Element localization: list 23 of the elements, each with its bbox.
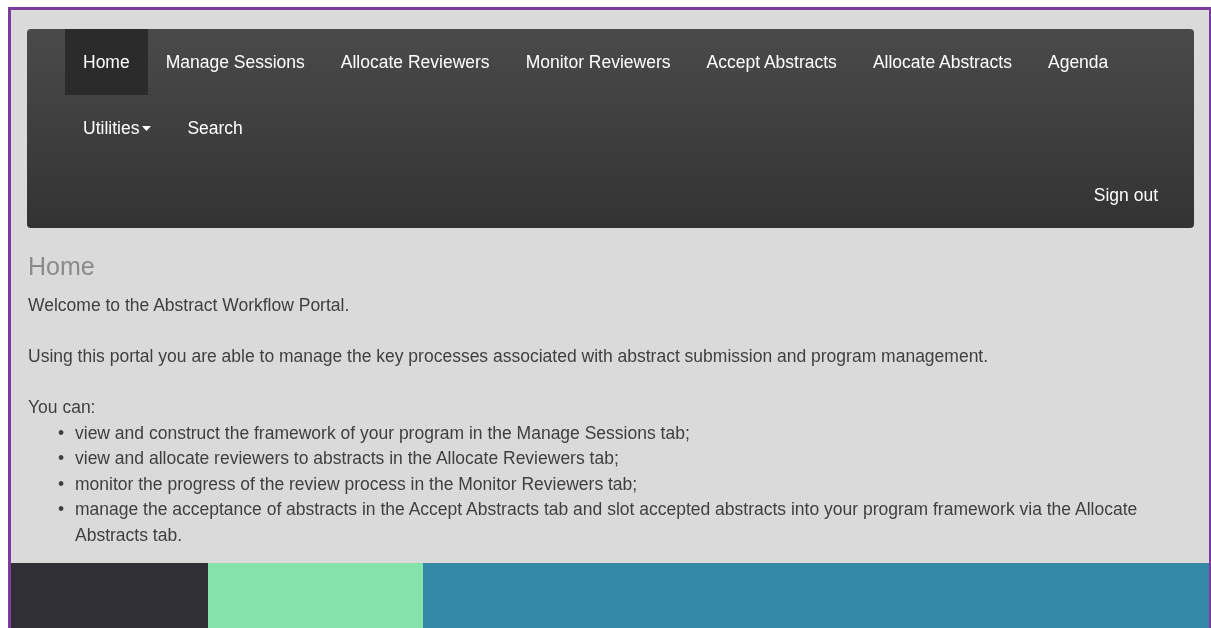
paragraph: Using this portal you are able to manage the key processes associated with abstract submission and program management. [28, 345, 990, 368]
bullet: • [58, 498, 66, 521]
nav-link[interactable]: Agenda [1030, 29, 1127, 95]
utilities-menu[interactable]: Utilities [65, 95, 170, 161]
nav-link[interactable]: Manage Sessions [147, 29, 323, 95]
nav-link[interactable]: Monitor Reviewers [507, 29, 689, 95]
bullet: • [58, 472, 66, 496]
paragraph: You can: [28, 396, 97, 419]
list-item: view and allocate reviewers to abstracts in the Allocate Reviewers tab; [75, 447, 619, 470]
nav-link[interactable]: Search [169, 95, 261, 161]
nav-link[interactable]: Allocate Abstracts [854, 29, 1030, 95]
bullet: • [58, 447, 66, 470]
sign-out-link[interactable]: Sign out [1075, 162, 1176, 228]
list-item: view and construct the framework of your program in the Manage Sessions tab; [75, 421, 690, 445]
nav-link[interactable]: Allocate Reviewers [322, 29, 508, 95]
nav-link[interactable]: Accept Abstracts [688, 29, 855, 95]
nav-link[interactable]: Home [65, 29, 148, 95]
list-item: monitor the progress of the review process in the Monitor Reviewers tab; [75, 472, 638, 496]
bullet: • [58, 421, 66, 445]
list-item: manage the acceptance of abstracts in the Accept Abstracts tab and slot accepted abstracts into your program framework via the Allocate Abstracts tab. [75, 498, 1139, 547]
caret-icon [142, 125, 152, 131]
page-heading: Home [28, 251, 96, 281]
paragraph: Welcome to the Abstract Workflow Portal. [28, 294, 351, 317]
